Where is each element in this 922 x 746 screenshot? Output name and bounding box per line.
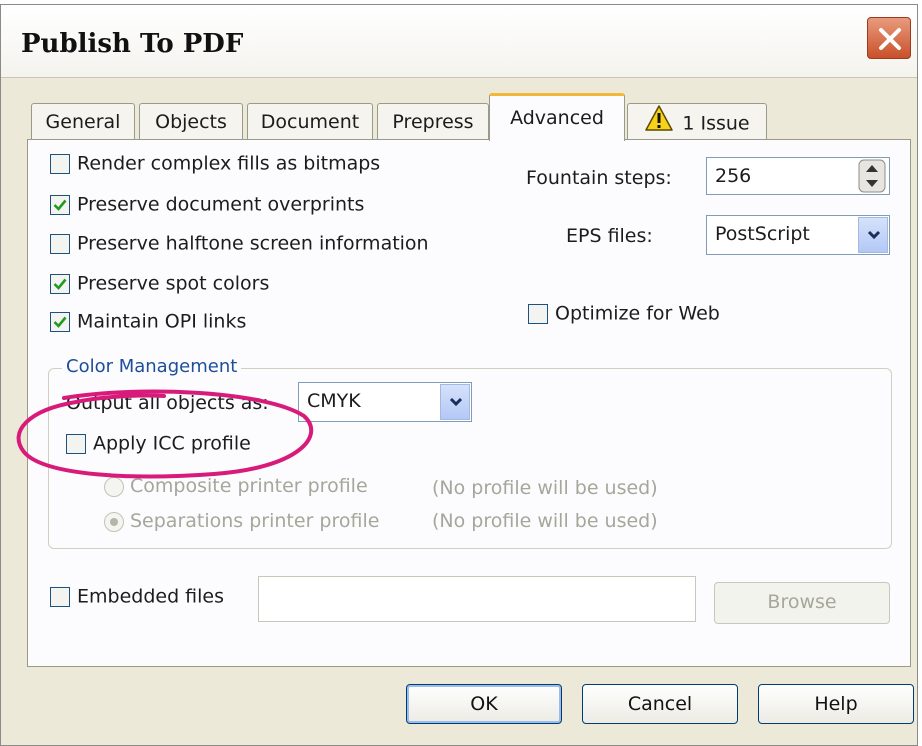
eps-files-label: EPS files: bbox=[566, 225, 653, 247]
tab-prepress[interactable]: Prepress bbox=[377, 103, 489, 139]
chevron-down-icon bbox=[449, 397, 463, 407]
preserve-overprints-checkbox[interactable]: Preserve document overprints bbox=[50, 193, 364, 216]
checkbox-box[interactable] bbox=[50, 153, 70, 174]
output-objects-dropdown-button[interactable] bbox=[440, 384, 470, 420]
cancel-button[interactable]: Cancel bbox=[582, 684, 738, 724]
separations-profile-radio[interactable]: Separations printer profile bbox=[104, 510, 379, 532]
maintain-opi-checkbox[interactable]: Maintain OPI links bbox=[50, 310, 246, 333]
checkmark-icon bbox=[53, 278, 67, 290]
chevron-down-icon bbox=[867, 230, 881, 240]
embedded-files-checkbox[interactable]: Embedded files bbox=[50, 585, 224, 608]
tab-document[interactable]: Document bbox=[247, 103, 373, 139]
eps-files-dropdown-button[interactable] bbox=[858, 217, 888, 253]
radio-button[interactable] bbox=[104, 511, 124, 532]
render-complex-fills-checkbox[interactable]: Render complex fills as bitmaps bbox=[50, 152, 380, 175]
separations-profile-note: (No profile will be used) bbox=[432, 510, 658, 532]
fountain-steps-label: Fountain steps: bbox=[526, 167, 672, 189]
checkbox-box[interactable] bbox=[528, 303, 548, 324]
ok-button[interactable]: OK bbox=[406, 684, 562, 724]
browse-button[interactable]: Browse bbox=[714, 582, 890, 624]
annotation-circle bbox=[16, 389, 314, 479]
checkbox-box[interactable] bbox=[50, 586, 70, 607]
color-management-title: Color Management bbox=[62, 356, 242, 377]
checkbox-box[interactable] bbox=[50, 311, 70, 332]
optimize-for-web-checkbox[interactable]: Optimize for Web bbox=[528, 302, 720, 325]
tab-issues[interactable]: 1 Issue bbox=[627, 103, 767, 139]
checkmark-icon bbox=[53, 316, 67, 328]
window-title: Publish To PDF bbox=[21, 29, 244, 59]
close-button[interactable] bbox=[867, 17, 911, 59]
warning-icon bbox=[644, 104, 674, 144]
tab-general[interactable]: General bbox=[31, 103, 135, 139]
title-bar[interactable]: Publish To PDF bbox=[1, 5, 917, 78]
composite-profile-note: (No profile will be used) bbox=[432, 477, 658, 499]
checkbox-box[interactable] bbox=[50, 273, 70, 294]
close-icon bbox=[879, 28, 901, 50]
fountain-steps-spinner[interactable] bbox=[858, 159, 886, 193]
embedded-files-path-input[interactable] bbox=[258, 576, 696, 622]
preserve-halftone-checkbox[interactable]: Preserve halftone screen information bbox=[50, 232, 429, 255]
preserve-spot-colors-checkbox[interactable]: Preserve spot colors bbox=[50, 272, 269, 295]
tab-issues-label: 1 Issue bbox=[682, 112, 750, 135]
tab-objects[interactable]: Objects bbox=[139, 103, 243, 139]
checkmark-icon bbox=[53, 199, 67, 211]
checkbox-box[interactable] bbox=[50, 233, 70, 254]
checkbox-box[interactable] bbox=[50, 194, 70, 215]
help-button[interactable]: Help bbox=[758, 684, 914, 724]
tab-advanced[interactable]: Advanced bbox=[489, 93, 625, 141]
